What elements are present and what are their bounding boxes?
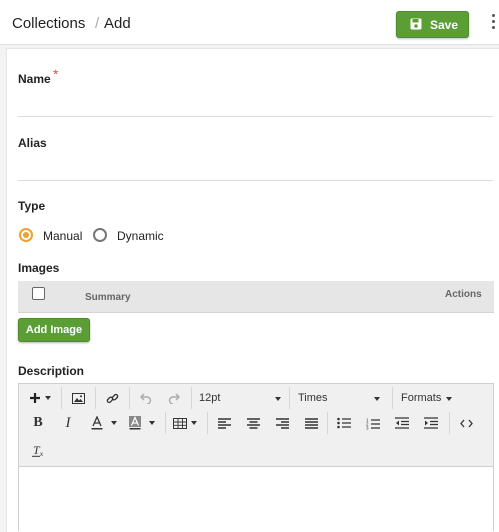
breadcrumb-collections[interactable]: Collections — [12, 15, 85, 32]
text-color-icon[interactable] — [87, 413, 121, 433]
clear-formatting-icon[interactable]: Tx — [29, 440, 49, 460]
select-all-checkbox[interactable] — [32, 287, 45, 300]
indent-icon[interactable] — [420, 413, 442, 433]
outdent-icon[interactable] — [391, 413, 413, 433]
radio-dynamic-label[interactable]: Dynamic — [117, 229, 164, 243]
bullet-list-icon[interactable] — [333, 413, 355, 433]
name-input[interactable] — [18, 116, 493, 117]
type-label: Type — [18, 199, 46, 213]
add-image-button[interactable]: Add Image — [18, 318, 90, 342]
breadcrumb-separator: / — [95, 15, 100, 32]
italic-icon[interactable]: I — [59, 413, 77, 433]
images-table-header: Summary Actions — [18, 281, 494, 313]
align-left-icon[interactable] — [213, 413, 235, 433]
insert-plus-icon[interactable] — [25, 388, 55, 408]
column-actions: Actions — [445, 289, 482, 300]
floppy-icon — [410, 18, 422, 33]
align-right-icon[interactable] — [271, 413, 293, 433]
radio-manual-label[interactable]: Manual — [43, 229, 82, 243]
svg-text:x: x — [40, 452, 43, 457]
top-bar: Collections / Add Save — [0, 0, 499, 45]
required-marker: * — [53, 66, 59, 82]
align-center-icon[interactable] — [242, 413, 264, 433]
editor-content-area[interactable] — [19, 467, 493, 532]
radio-dynamic[interactable] — [93, 228, 107, 242]
font-size-caret-icon[interactable] — [275, 397, 281, 401]
svg-text:3: 3 — [366, 425, 369, 430]
alias-label: Alias — [18, 136, 47, 150]
link-icon[interactable] — [101, 388, 123, 408]
redo-icon[interactable] — [163, 388, 185, 408]
images-label: Images — [18, 261, 60, 275]
image-icon[interactable] — [67, 388, 89, 408]
editor-toolbar: 12pt Times Formats B I 1 2 3 T x — [19, 384, 493, 467]
font-family-select[interactable]: Times — [298, 392, 328, 404]
font-size-select[interactable]: 12pt — [199, 392, 220, 404]
formats-caret-icon[interactable] — [446, 397, 452, 401]
page-title: Add — [104, 15, 131, 32]
table-icon[interactable] — [171, 413, 199, 433]
more-options-icon[interactable] — [489, 14, 499, 32]
alias-input[interactable] — [18, 180, 493, 181]
align-justify-icon[interactable] — [300, 413, 322, 433]
numbered-list-icon[interactable]: 123 — [362, 413, 384, 433]
name-label: Name — [18, 72, 51, 86]
source-code-icon[interactable] — [455, 413, 477, 433]
undo-icon[interactable] — [135, 388, 157, 408]
font-family-caret-icon[interactable] — [374, 397, 380, 401]
save-button-label: Save — [430, 18, 459, 32]
description-editor: 12pt Times Formats B I 1 2 3 T x — [18, 383, 494, 531]
save-button[interactable]: Save — [396, 11, 469, 38]
radio-manual[interactable] — [19, 228, 33, 242]
formats-menu[interactable]: Formats — [401, 392, 441, 404]
column-summary[interactable]: Summary — [85, 292, 131, 303]
bold-icon[interactable]: B — [29, 413, 47, 433]
description-label: Description — [18, 364, 85, 378]
background-color-icon[interactable] — [125, 413, 159, 433]
